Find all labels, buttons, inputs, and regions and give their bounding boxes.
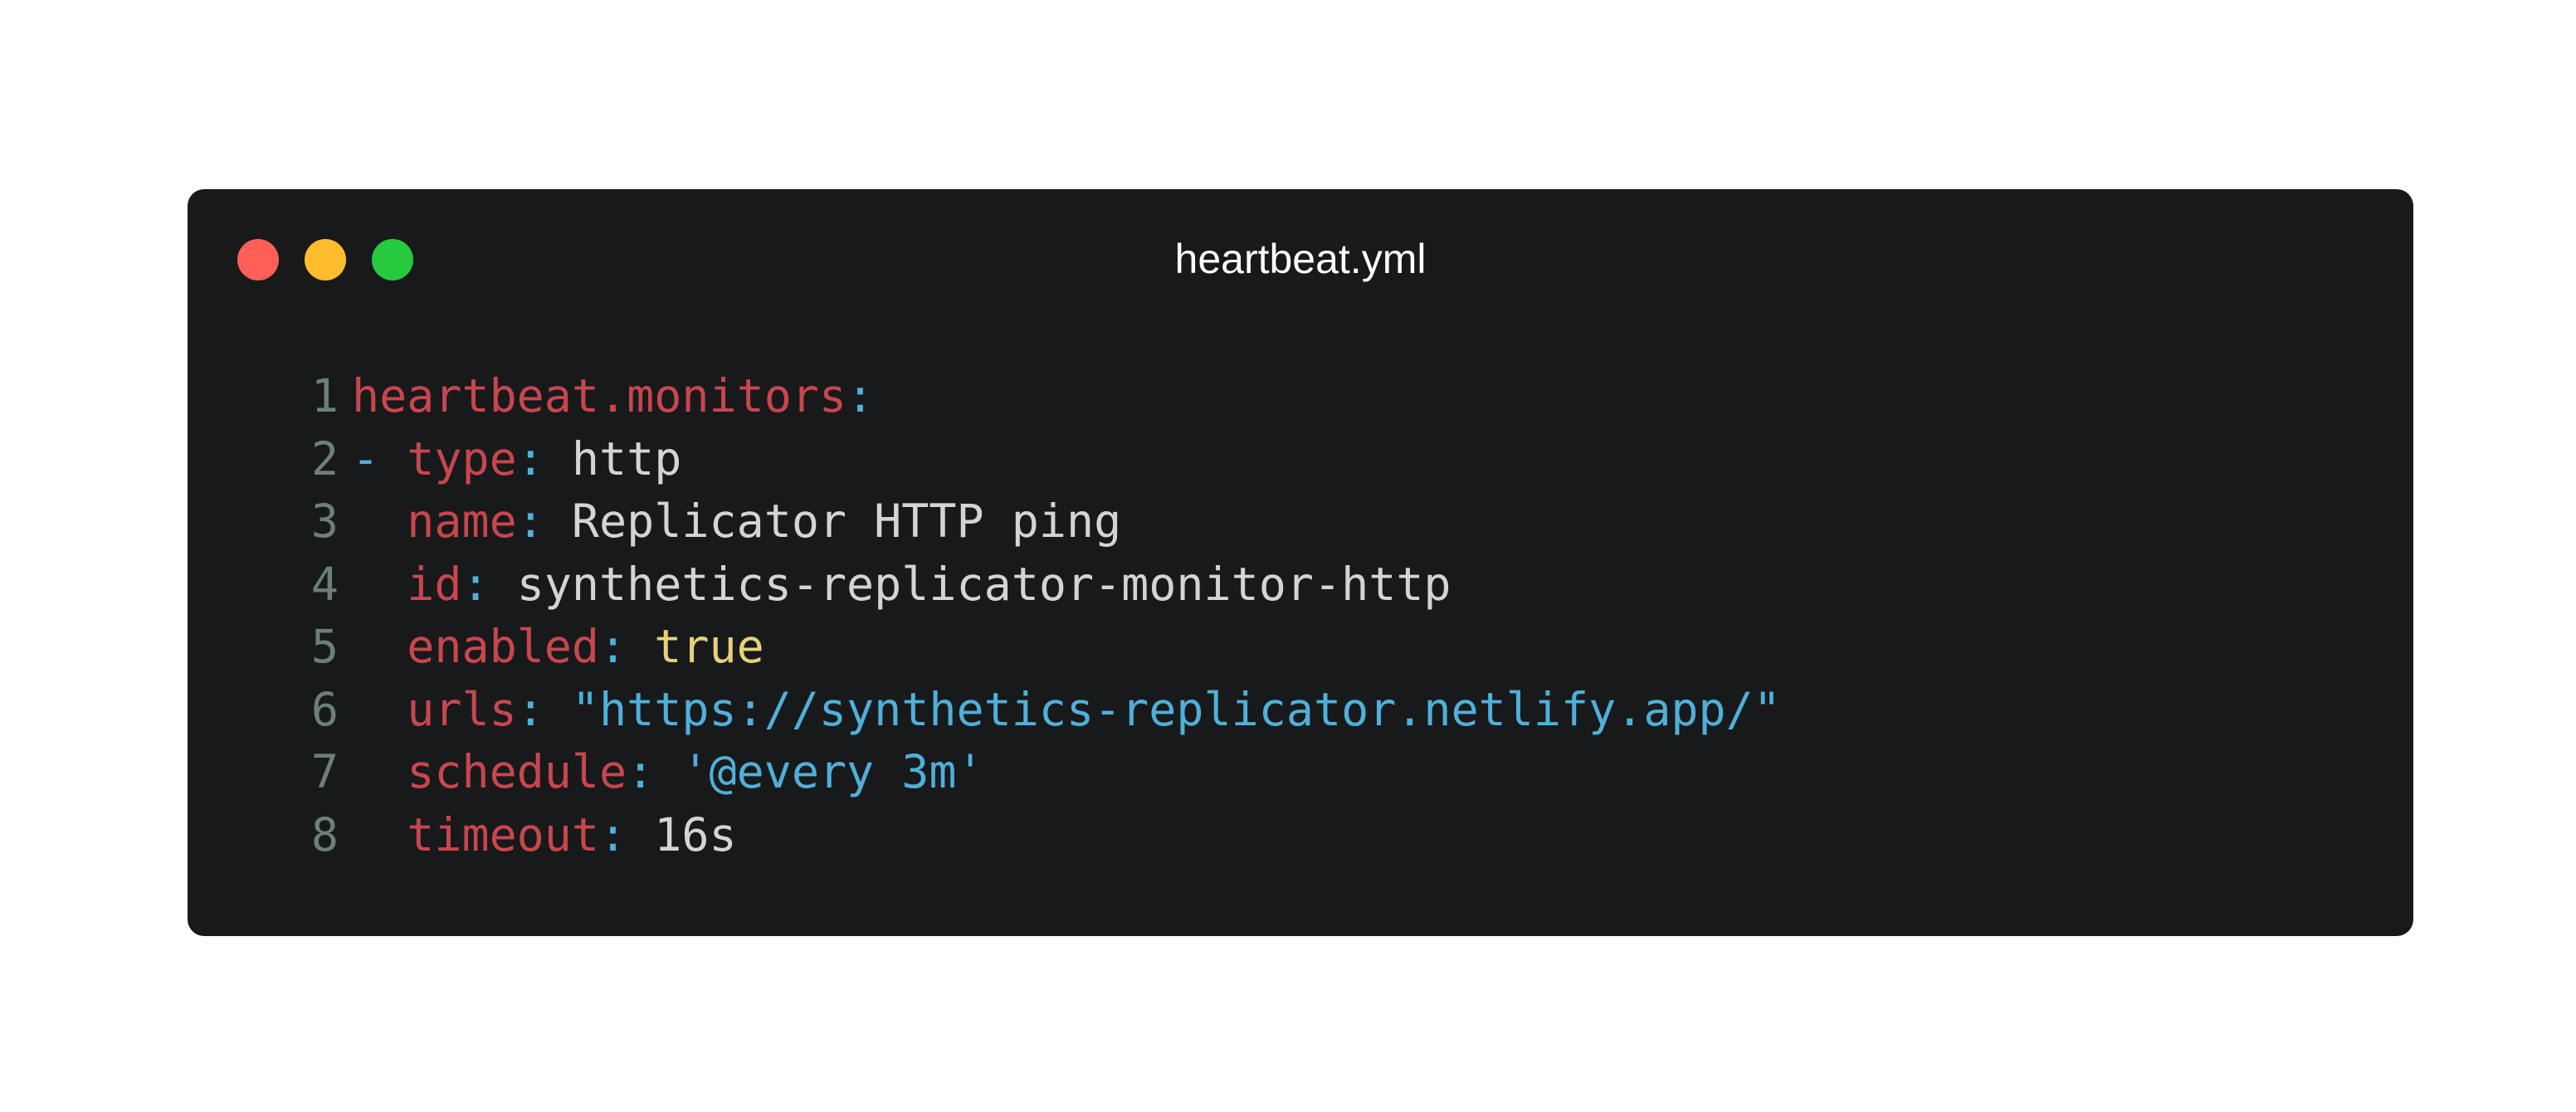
token-punct: - (352, 432, 407, 485)
token-plain: Replicator HTTP ping (571, 495, 1122, 548)
code-line: 4 id: synthetics-replicator-monitor-http (284, 554, 1781, 617)
token-string: "https://synthetics-replicator.netlify.a… (571, 682, 1781, 736)
token-key: heartbeat.monitors (352, 369, 847, 422)
token-key: schedule (407, 745, 627, 798)
line-number: 4 (310, 557, 339, 611)
token-punct: : (599, 620, 655, 673)
token-punct: : (599, 807, 655, 861)
token-key: urls (407, 682, 517, 736)
token-punct: : (516, 495, 572, 548)
window-title: heartbeat.yml (1174, 236, 1427, 282)
token-punct: : (846, 369, 875, 422)
token-punct: : (627, 745, 682, 798)
line-number: 2 (310, 432, 339, 485)
token-key: enabled (407, 620, 600, 673)
token-punct: : (516, 682, 572, 736)
code-line: 8 timeout: 16s (284, 804, 1781, 867)
line-number: 1 (310, 369, 339, 422)
token-boolean: true (654, 620, 764, 673)
code-line: 7 schedule: '@every 3m' (284, 741, 1781, 804)
line-number: 8 (310, 807, 339, 861)
line-number: 7 (310, 745, 339, 798)
code-line: 6 urls: "https://synthetics-replicator.n… (284, 679, 1781, 742)
token-punct: : (516, 432, 572, 485)
token-plain: http (571, 432, 682, 485)
token-key: name (407, 495, 517, 548)
token-string: '@every 3m' (681, 745, 984, 798)
line-number: 3 (310, 495, 339, 548)
line-number: 6 (310, 682, 339, 736)
token-punct: : (461, 557, 517, 611)
window-titlebar: heartbeat.yml (188, 189, 2413, 330)
token-key: id (407, 557, 462, 611)
code-line: 1 heartbeat.monitors: (284, 365, 1781, 428)
code-block: 1 heartbeat.monitors: 2- type: http 3 name:… (284, 365, 1781, 866)
token-plain: synthetics-replicator-monitor-http (516, 557, 1451, 611)
token-plain: 16s (654, 807, 737, 861)
token-key: type (407, 432, 517, 485)
code-line: 2- type: http (284, 428, 1781, 491)
line-number: 5 (310, 620, 339, 673)
code-line: 3 name: Replicator HTTP ping (284, 490, 1781, 554)
token-key: timeout (407, 807, 600, 861)
code-line: 5 enabled: true (284, 616, 1781, 679)
code-window: heartbeat.yml 1 heartbeat.monitors: 2- typ… (188, 189, 2413, 936)
